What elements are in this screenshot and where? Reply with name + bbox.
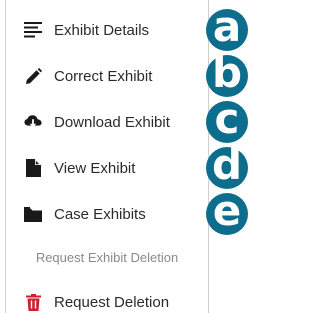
callout-badge-letter: b bbox=[211, 48, 243, 97]
menu-item-correct-exhibit[interactable]: Correct Exhibit bbox=[6, 56, 208, 96]
document-icon bbox=[24, 159, 42, 177]
folder-icon bbox=[24, 205, 42, 223]
context-menu: Exhibit Details Correct Exhibit Download… bbox=[5, 0, 209, 313]
callout-badge-d: d bbox=[206, 140, 248, 189]
menu-item-exhibit-details[interactable]: Exhibit Details bbox=[6, 10, 208, 50]
menu-item-label: Download Exhibit bbox=[54, 113, 170, 131]
menu-item-download-exhibit[interactable]: Download Exhibit bbox=[6, 102, 208, 142]
callout-badge-letter: d bbox=[211, 140, 243, 189]
callout-badge-a: a bbox=[206, 2, 248, 51]
menu-item-request-deletion[interactable]: Request Deletion bbox=[6, 282, 208, 313]
callout-badge-letter: e bbox=[212, 186, 242, 235]
callout-badge-b: b bbox=[206, 48, 248, 97]
callout-badge-letter: c bbox=[214, 94, 240, 143]
menu-item-label: Correct Exhibit bbox=[54, 67, 153, 85]
section-header-request-exhibit-deletion: Request Exhibit Deletion bbox=[35, 249, 179, 265]
menu-item-view-exhibit[interactable]: View Exhibit bbox=[6, 148, 208, 188]
callout-badge-e: e bbox=[206, 186, 248, 235]
pencil-icon bbox=[24, 67, 42, 85]
menu-item-label: Case Exhibits bbox=[54, 205, 146, 223]
callout-badge-letter: a bbox=[212, 2, 242, 51]
cloud-download-icon bbox=[24, 113, 42, 131]
menu-item-label: View Exhibit bbox=[54, 159, 136, 177]
trash-icon bbox=[24, 293, 42, 311]
callout-badge-c: c bbox=[206, 94, 248, 143]
menu-item-case-exhibits[interactable]: Case Exhibits bbox=[6, 194, 208, 234]
list-details-icon bbox=[24, 21, 42, 39]
menu-item-label: Exhibit Details bbox=[54, 21, 150, 39]
menu-item-label: Request Deletion bbox=[54, 293, 170, 311]
